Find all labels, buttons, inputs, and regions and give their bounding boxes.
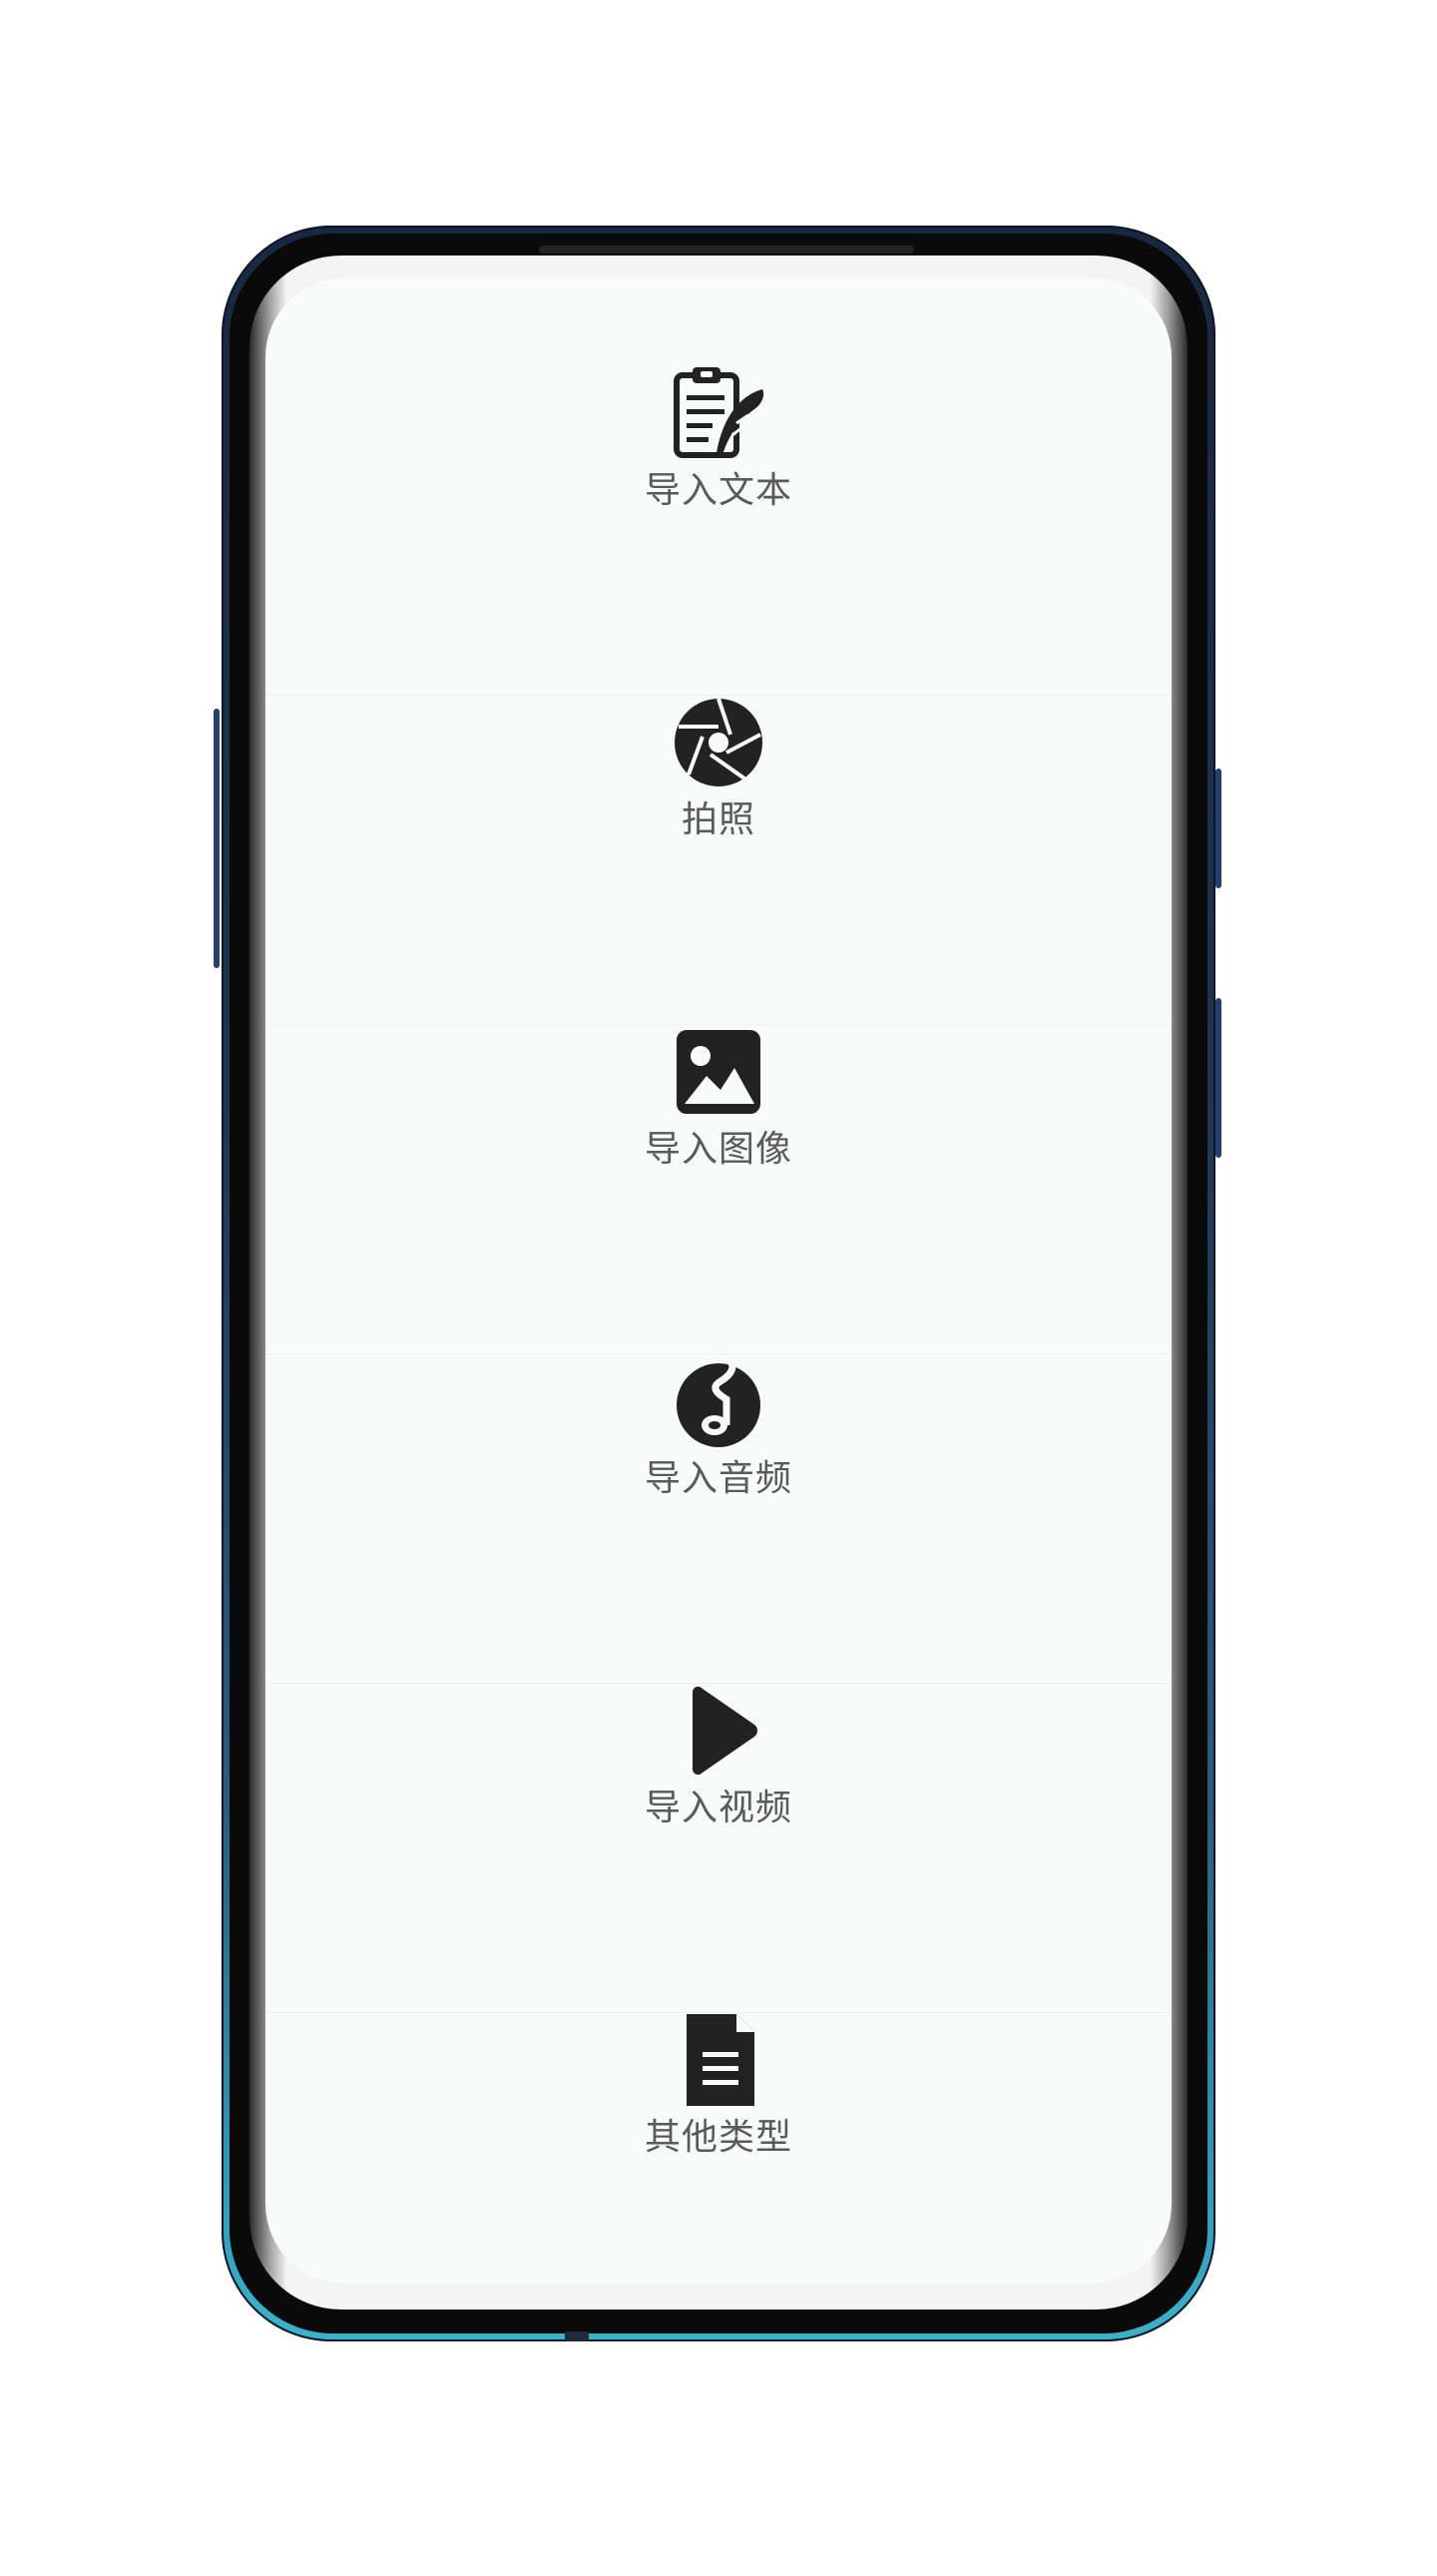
usb-port (565, 2331, 589, 2341)
camera-aperture-icon (671, 695, 766, 790)
volume-button-left (214, 709, 220, 968)
menu-item-label: 拍照 (681, 799, 755, 840)
phone-frame: 导入文本 拍照 导入图像 导入音频 导入视频 其他类型 (222, 226, 1215, 2341)
phone-screen: 导入文本 拍照 导入图像 导入音频 导入视频 其他类型 (265, 277, 1172, 2284)
menu-item-label: 导入视频 (644, 1788, 792, 1828)
menu-item-label: 导入文本 (644, 470, 792, 511)
phone-inner-frame: 导入文本 拍照 导入图像 导入音频 导入视频 其他类型 (230, 234, 1207, 2333)
clipboard-quill-icon (671, 365, 766, 461)
menu-item-label: 其他类型 (644, 2117, 792, 2158)
menu-item-take-photo[interactable]: 拍照 (265, 695, 1172, 1025)
menu-item-import-video[interactable]: 导入视频 (265, 1683, 1172, 2013)
music-note-icon (671, 1353, 766, 1449)
menu-item-import-text[interactable]: 导入文本 (265, 365, 1172, 696)
play-icon (671, 1683, 766, 1779)
power-button-right (1215, 769, 1221, 888)
top-speaker (539, 246, 914, 254)
menu-item-import-image[interactable]: 导入图像 (265, 1024, 1172, 1354)
import-menu: 导入文本 拍照 导入图像 导入音频 导入视频 其他类型 (265, 277, 1172, 2284)
side-button-right-lower (1215, 998, 1221, 1158)
menu-item-label: 导入图像 (644, 1129, 792, 1170)
menu-item-import-audio[interactable]: 导入音频 (265, 1353, 1172, 1684)
image-icon (671, 1024, 766, 1120)
document-icon (671, 2012, 766, 2108)
menu-item-label: 导入音频 (644, 1458, 792, 1499)
menu-item-other-types[interactable]: 其他类型 (265, 2012, 1172, 2284)
